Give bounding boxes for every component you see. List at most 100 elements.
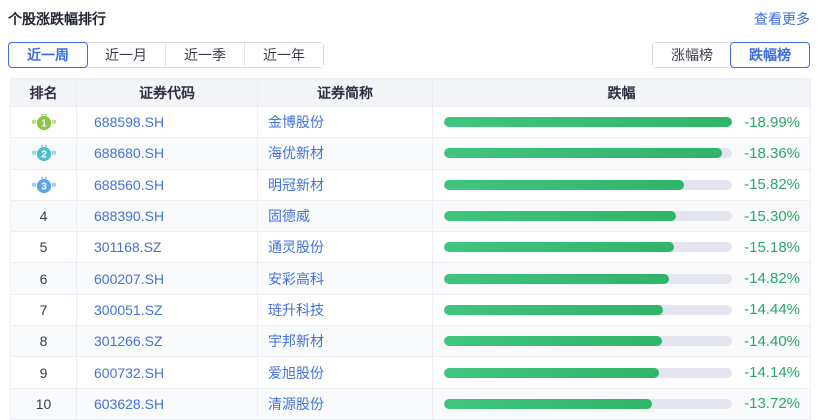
view-more-link[interactable]: 查看更多 [754, 9, 810, 29]
stock-code-link[interactable]: 600732.SH [94, 365, 164, 381]
code-cell: 688560.SH [77, 169, 258, 200]
stock-code-link[interactable]: 300051.SZ [94, 302, 163, 318]
change-cell: -15.30% [433, 200, 811, 231]
change-cell: -14.14% [433, 357, 811, 388]
ranking-table: 排名 证券代码 证券简称 跌幅 1 688598.SH 金博股份 -18.99%… [10, 78, 811, 420]
top-bar: 个股涨跌幅排行 查看更多 [0, 0, 820, 29]
stock-name-link[interactable]: 清源股份 [268, 396, 324, 412]
board-tab-losers[interactable]: 跌幅榜 [730, 42, 810, 68]
code-cell: 301266.SZ [77, 326, 258, 357]
stock-name-link[interactable]: 琏升科技 [268, 302, 324, 318]
bar-track [444, 336, 732, 346]
bar-track [444, 180, 732, 190]
column-header-change: 跌幅 [433, 79, 811, 107]
table-header-row: 排名 证券代码 证券简称 跌幅 [11, 79, 811, 107]
period-tab-last-week[interactable]: 近一周 [8, 42, 88, 68]
bar-fill [444, 211, 676, 221]
bar-track [444, 274, 732, 284]
stock-name-link[interactable]: 通灵股份 [268, 239, 324, 255]
stock-code-link[interactable]: 603628.SH [94, 396, 164, 412]
rank-cell: 4 [11, 200, 77, 231]
code-cell: 300051.SZ [77, 294, 258, 325]
rank-medal-icon: 1 [31, 112, 57, 132]
stock-code-link[interactable]: 688598.SH [94, 114, 164, 130]
stock-name-link[interactable]: 金博股份 [268, 114, 324, 130]
change-percent-label: -15.82% [732, 176, 800, 193]
name-cell: 明冠新材 [258, 169, 433, 200]
name-cell: 通灵股份 [258, 232, 433, 263]
change-bar: -15.30% [444, 208, 800, 225]
bar-fill [444, 180, 684, 190]
change-cell: -18.99% [433, 107, 811, 138]
table-row: 4 688390.SH 固德威 -15.30% [11, 200, 811, 231]
change-percent-label: -14.40% [732, 333, 800, 350]
change-percent-label: -14.14% [732, 364, 800, 381]
change-bar: -14.82% [444, 270, 800, 287]
bar-track [444, 399, 732, 409]
board-tab-group: 涨幅榜跌幅榜 [652, 42, 810, 68]
bar-fill [444, 399, 652, 409]
rank-cell: 3 [11, 169, 77, 200]
bar-fill [444, 117, 732, 127]
stock-code-link[interactable]: 600207.SH [94, 271, 164, 287]
stock-code-link[interactable]: 301266.SZ [94, 333, 163, 349]
stock-name-link[interactable]: 明冠新材 [268, 177, 324, 193]
column-header-rank: 排名 [11, 79, 77, 107]
name-cell: 金博股份 [258, 107, 433, 138]
stock-name-link[interactable]: 安彩高科 [268, 271, 324, 287]
rank-medal-icon: 2 [31, 143, 57, 163]
stock-name-link[interactable]: 宇邦新材 [268, 333, 324, 349]
rank-cell: 5 [11, 232, 77, 263]
stock-name-link[interactable]: 爱旭股份 [268, 365, 324, 381]
rank-cell: 1 [11, 107, 77, 138]
stock-name-link[interactable]: 海优新材 [268, 145, 324, 161]
svg-text:3: 3 [41, 181, 47, 192]
bar-track [444, 117, 732, 127]
code-cell: 600207.SH [77, 263, 258, 294]
column-header-name: 证券简称 [258, 79, 433, 107]
bar-track [444, 368, 732, 378]
name-cell: 安彩高科 [258, 263, 433, 294]
table-row: 6 600207.SH 安彩高科 -14.82% [11, 263, 811, 294]
rank-cell: 10 [11, 388, 77, 419]
bar-track [444, 211, 732, 221]
rank-cell: 7 [11, 294, 77, 325]
rank-cell: 2 [11, 138, 77, 169]
change-bar: -14.40% [444, 333, 800, 350]
svg-text:1: 1 [41, 119, 47, 130]
code-cell: 600732.SH [77, 357, 258, 388]
period-tab-last-month[interactable]: 近一月 [87, 43, 165, 67]
board-tab-gainers[interactable]: 涨幅榜 [653, 43, 731, 67]
stock-code-link[interactable]: 688680.SH [94, 145, 164, 161]
change-bar: -18.36% [444, 145, 800, 162]
change-percent-label: -15.30% [732, 208, 800, 225]
name-cell: 海优新材 [258, 138, 433, 169]
column-header-code: 证券代码 [77, 79, 258, 107]
change-bar: -15.18% [444, 239, 800, 256]
bar-fill [444, 305, 663, 315]
period-tab-last-year[interactable]: 近一年 [244, 43, 323, 67]
table-row: 9 600732.SH 爱旭股份 -14.14% [11, 357, 811, 388]
period-tab-last-quarter[interactable]: 近一季 [165, 43, 244, 67]
page-title: 个股涨跌幅排行 [8, 9, 106, 29]
bar-fill [444, 336, 662, 346]
change-percent-label: -18.99% [732, 114, 800, 131]
name-cell: 清源股份 [258, 388, 433, 419]
rank-cell: 8 [11, 326, 77, 357]
svg-text:2: 2 [41, 150, 47, 161]
change-bar: -14.44% [444, 301, 800, 318]
change-bar: -14.14% [444, 364, 800, 381]
stock-code-link[interactable]: 688560.SH [94, 177, 164, 193]
stock-name-link[interactable]: 固德威 [268, 208, 310, 224]
stock-code-link[interactable]: 688390.SH [94, 208, 164, 224]
table-row: 8 301266.SZ 宇邦新材 -14.40% [11, 326, 811, 357]
stock-code-link[interactable]: 301168.SZ [94, 239, 161, 255]
change-cell: -14.40% [433, 326, 811, 357]
change-percent-label: -15.18% [732, 239, 800, 256]
change-percent-label: -14.82% [732, 270, 800, 287]
code-cell: 688390.SH [77, 200, 258, 231]
table-row: 3 688560.SH 明冠新材 -15.82% [11, 169, 811, 200]
name-cell: 宇邦新材 [258, 326, 433, 357]
change-bar: -13.72% [444, 395, 800, 412]
change-percent-label: -13.72% [732, 395, 800, 412]
